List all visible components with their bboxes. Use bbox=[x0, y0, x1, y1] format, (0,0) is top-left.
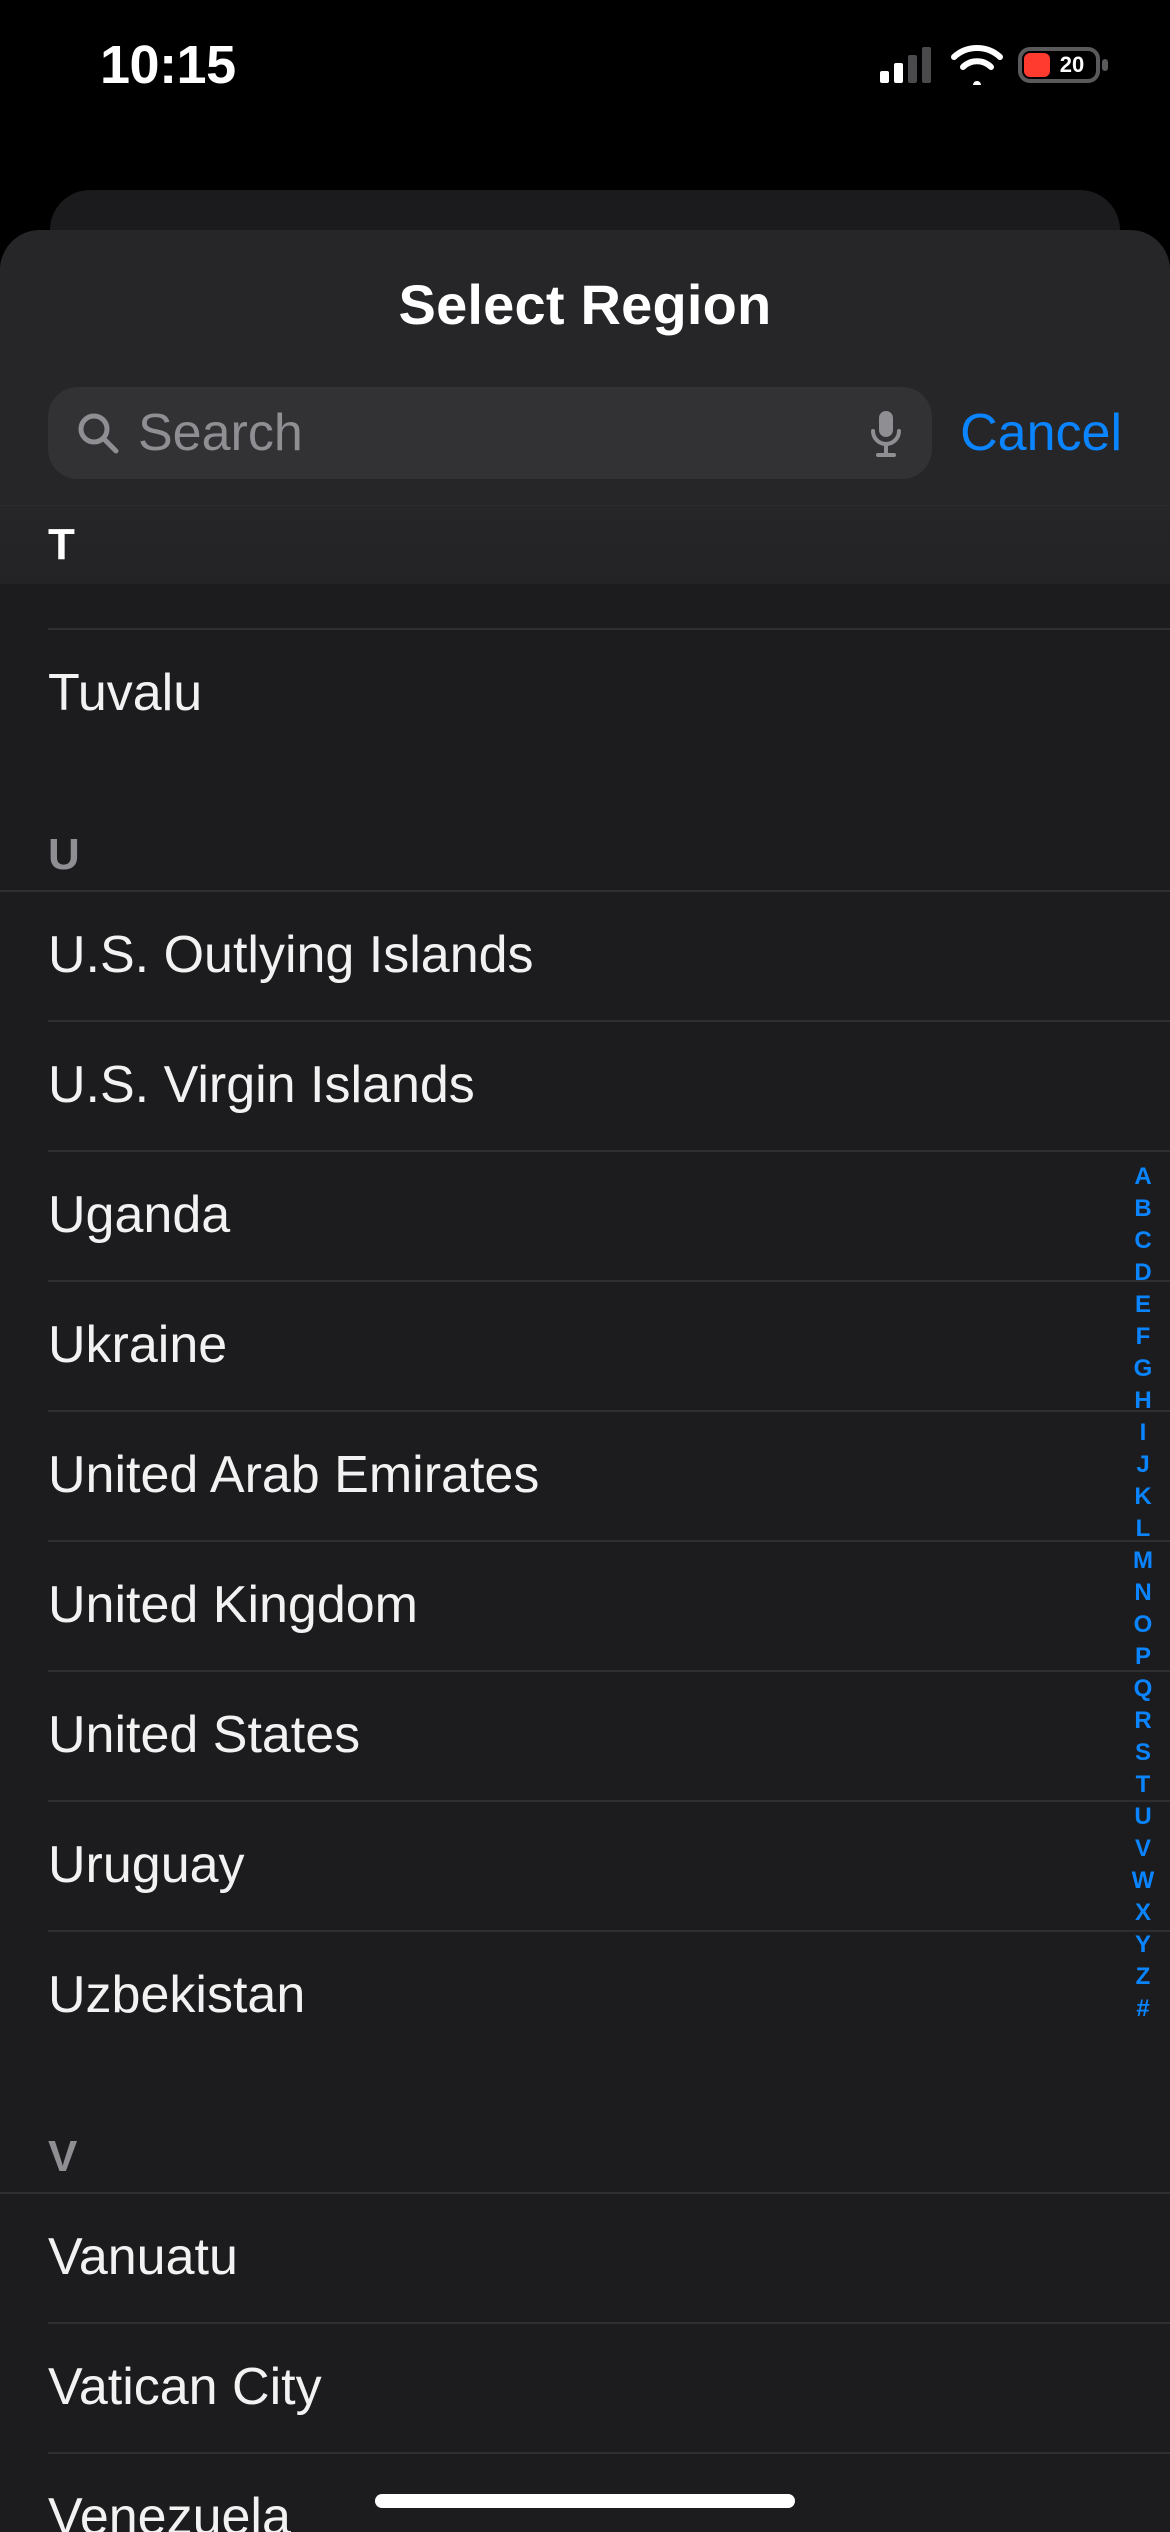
home-indicator[interactable] bbox=[375, 2494, 795, 2508]
region-united-states[interactable]: United States bbox=[0, 1670, 1170, 1800]
region-label: Vanuatu bbox=[48, 2227, 238, 2287]
region-venezuela[interactable]: Venezuela bbox=[0, 2452, 1170, 2532]
region-vatican-city[interactable]: Vatican City bbox=[0, 2322, 1170, 2452]
status-bar: 10:15 20 bbox=[0, 0, 1170, 130]
region-uzbekistan[interactable]: Uzbekistan bbox=[0, 1930, 1170, 2060]
section-header-v: V bbox=[0, 2060, 1170, 2192]
index-letter-hash[interactable]: # bbox=[1128, 1993, 1158, 2025]
index-letter-e[interactable]: E bbox=[1128, 1289, 1158, 1321]
index-letter-k[interactable]: K bbox=[1128, 1481, 1158, 1513]
region-united-arab-emirates[interactable]: United Arab Emirates bbox=[0, 1410, 1170, 1540]
status-time: 10:15 bbox=[100, 34, 236, 96]
index-letter-f[interactable]: F bbox=[1128, 1321, 1158, 1353]
microphone-icon[interactable] bbox=[868, 409, 904, 457]
section-index[interactable]: ABCDEFGHIJKLMNOPQRSTUVWXYZ# bbox=[1122, 1157, 1164, 2029]
region-label: United Arab Emirates bbox=[48, 1445, 539, 1505]
region-uganda[interactable]: Uganda bbox=[0, 1150, 1170, 1280]
index-letter-p[interactable]: P bbox=[1128, 1641, 1158, 1673]
index-letter-w[interactable]: W bbox=[1128, 1865, 1158, 1897]
index-letter-n[interactable]: N bbox=[1128, 1577, 1158, 1609]
region-label: Uruguay bbox=[48, 1835, 245, 1895]
sheet-title: Select Region bbox=[0, 272, 1170, 337]
section-header-u: U bbox=[0, 758, 1170, 890]
region-us-outlying-islands[interactable]: U.S. Outlying Islands bbox=[0, 890, 1170, 1020]
region-label: U.S. Outlying Islands bbox=[48, 925, 534, 985]
region-label: U.S. Virgin Islands bbox=[48, 1055, 475, 1115]
region-label: Vatican City bbox=[48, 2357, 322, 2417]
region-label: Venezuela bbox=[48, 2487, 291, 2532]
index-letter-j[interactable]: J bbox=[1128, 1449, 1158, 1481]
region-uruguay[interactable]: Uruguay bbox=[0, 1800, 1170, 1930]
index-letter-d[interactable]: D bbox=[1128, 1257, 1158, 1289]
region-label: Uganda bbox=[48, 1185, 230, 1245]
index-letter-u[interactable]: U bbox=[1128, 1801, 1158, 1833]
search-input[interactable] bbox=[138, 403, 850, 463]
cellular-icon bbox=[880, 47, 936, 83]
search-row: Cancel bbox=[0, 367, 1170, 505]
index-letter-i[interactable]: I bbox=[1128, 1417, 1158, 1449]
wifi-icon bbox=[950, 45, 1004, 85]
pinned-section-header: T bbox=[0, 505, 1170, 584]
index-letter-t[interactable]: T bbox=[1128, 1769, 1158, 1801]
index-letter-l[interactable]: L bbox=[1128, 1513, 1158, 1545]
index-letter-r[interactable]: R bbox=[1128, 1705, 1158, 1737]
region-ukraine[interactable]: Ukraine bbox=[0, 1280, 1170, 1410]
region-label: United States bbox=[48, 1705, 360, 1765]
region-united-kingdom[interactable]: United Kingdom bbox=[0, 1540, 1170, 1670]
region-list[interactable]: Turks & Caicos Islands Tuvalu U U.S. Outlyi… bbox=[0, 584, 1170, 2532]
select-region-sheet: Select Region Cancel T Turks & Caicos Is… bbox=[0, 230, 1170, 2532]
index-letter-m[interactable]: M bbox=[1128, 1545, 1158, 1577]
index-letter-v[interactable]: V bbox=[1128, 1833, 1158, 1865]
index-letter-s[interactable]: S bbox=[1128, 1737, 1158, 1769]
region-label: Turks & Caicos Islands bbox=[48, 584, 578, 593]
index-letter-g[interactable]: G bbox=[1128, 1353, 1158, 1385]
index-letter-o[interactable]: O bbox=[1128, 1609, 1158, 1641]
index-letter-h[interactable]: H bbox=[1128, 1385, 1158, 1417]
region-label: Ukraine bbox=[48, 1315, 227, 1375]
index-letter-x[interactable]: X bbox=[1128, 1897, 1158, 1929]
battery-icon: 20 bbox=[1018, 45, 1110, 85]
search-field[interactable] bbox=[48, 387, 932, 479]
status-indicators: 20 bbox=[880, 45, 1110, 85]
region-vanuatu[interactable]: Vanuatu bbox=[0, 2192, 1170, 2322]
region-label: Tuvalu bbox=[48, 663, 202, 723]
region-us-virgin-islands[interactable]: U.S. Virgin Islands bbox=[0, 1020, 1170, 1150]
search-icon bbox=[76, 411, 120, 455]
index-letter-q[interactable]: Q bbox=[1128, 1673, 1158, 1705]
sheet-header: Select Region bbox=[0, 230, 1170, 367]
region-tuvalu[interactable]: Tuvalu bbox=[0, 628, 1170, 758]
svg-text:20: 20 bbox=[1060, 52, 1084, 77]
index-letter-a[interactable]: A bbox=[1128, 1161, 1158, 1193]
region-label: Uzbekistan bbox=[48, 1965, 305, 2025]
index-letter-y[interactable]: Y bbox=[1128, 1929, 1158, 1961]
index-letter-b[interactable]: B bbox=[1128, 1193, 1158, 1225]
cancel-button[interactable]: Cancel bbox=[960, 403, 1122, 463]
index-letter-z[interactable]: Z bbox=[1128, 1961, 1158, 1993]
region-label: United Kingdom bbox=[48, 1575, 418, 1635]
index-letter-c[interactable]: C bbox=[1128, 1225, 1158, 1257]
region-turks-caicos-islands[interactable]: Turks & Caicos Islands bbox=[0, 584, 1170, 628]
